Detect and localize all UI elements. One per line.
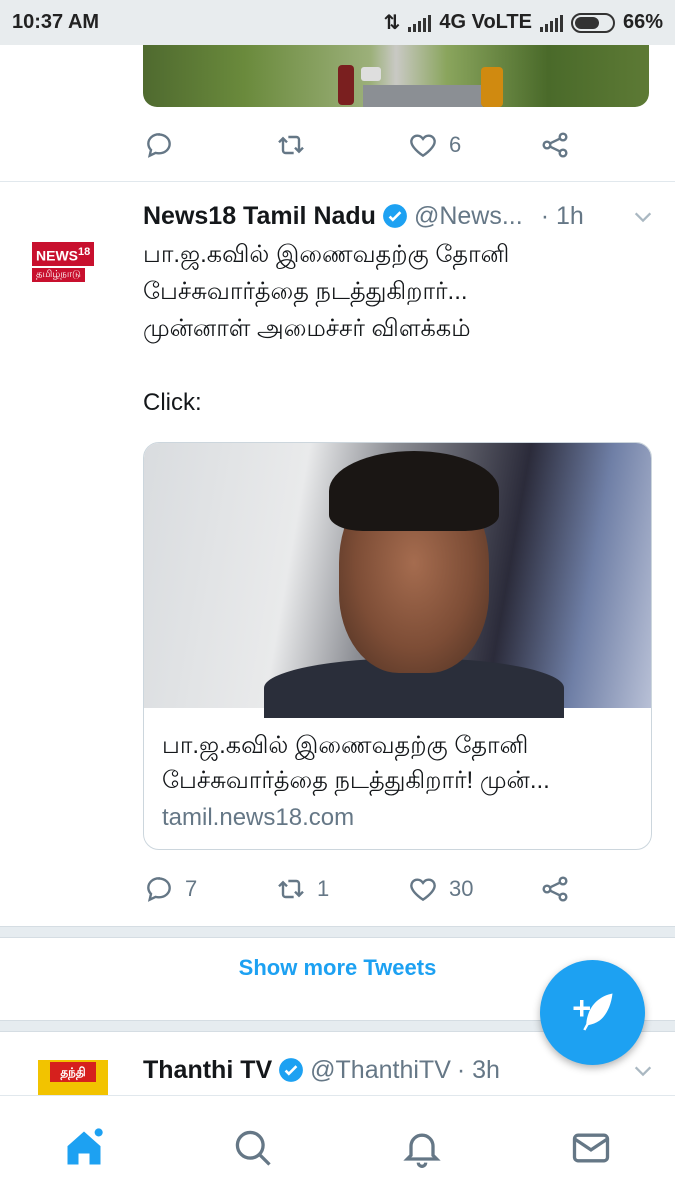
share-icon	[542, 876, 568, 902]
nav-search[interactable]	[169, 1096, 338, 1200]
retweet-icon	[278, 135, 304, 155]
avatar-logo-text: தந்தி	[50, 1062, 96, 1082]
reply-button[interactable]	[143, 129, 275, 161]
avatar-logo-subtext: தமிழ்நாடு	[32, 267, 85, 282]
like-count: 6	[449, 132, 462, 157]
signal-icon	[408, 14, 432, 32]
nav-notifications[interactable]	[338, 1096, 507, 1200]
chevron-down-icon[interactable]	[632, 1060, 654, 1082]
chevron-down-icon[interactable]	[632, 206, 654, 228]
card-image	[144, 443, 651, 718]
home-icon	[67, 1128, 104, 1165]
link-card[interactable]: பா.ஜ.கவில் இணைவதற்கு தோனி பேச்சுவார்த்தை…	[143, 442, 652, 850]
share-icon	[542, 132, 568, 158]
reply-button[interactable]: 7	[143, 873, 275, 905]
tweet-text-line: முன்னாள் அமைச்சர் விளக்கம்	[143, 315, 471, 342]
heart-icon	[410, 134, 436, 158]
like-button[interactable]: 6	[407, 129, 539, 161]
tweet-header: Thanthi TV @ThanthiTV · 3h	[143, 1052, 500, 1088]
author-handle[interactable]: @News...	[414, 202, 523, 231]
tweet-text: பா.ஜ.கவில் இணைவதற்கு தோனி பேச்சுவார்த்தை…	[143, 236, 643, 421]
bell-icon	[403, 1133, 441, 1168]
retweet-button[interactable]	[275, 129, 407, 161]
compose-tweet-button[interactable]	[540, 960, 645, 1065]
author-name[interactable]: Thanthi TV	[143, 1056, 272, 1085]
tweet-click-text: Click:	[143, 389, 202, 416]
avatar[interactable]: NEWS18 தமிழ்நாடு	[32, 222, 112, 302]
retweet-icon	[278, 879, 304, 899]
battery-percent: 66%	[622, 11, 663, 33]
battery-icon	[570, 12, 615, 33]
like-count: 30	[449, 876, 474, 901]
previous-tweet-actions: 6	[143, 125, 583, 165]
card-title: பா.ஜ.கவில் இணைவதற்கு தோனி	[162, 732, 529, 759]
avatar[interactable]: தந்தி	[38, 1060, 108, 1096]
mail-icon	[572, 1133, 609, 1163]
bottom-nav	[0, 1095, 675, 1200]
search-icon	[235, 1130, 271, 1166]
avatar-logo-text: NEWS18	[32, 242, 95, 266]
reply-icon	[147, 877, 171, 902]
tweet-actions: 7 1 30	[143, 869, 583, 909]
tweet-time: · 3h	[456, 1055, 500, 1084]
tweet-divider	[0, 181, 675, 182]
tweet-text-line: பேச்சுவார்த்தை நடத்துகிறார்...	[143, 278, 468, 305]
tweet-text-line: பா.ஜ.கவில் இணைவதற்கு தோனி	[143, 241, 510, 268]
nav-home[interactable]	[0, 1096, 169, 1200]
reply-count: 7	[185, 876, 198, 901]
heart-icon	[410, 878, 436, 902]
author-name[interactable]: News18 Tamil Nadu	[143, 202, 376, 231]
reply-icon	[147, 133, 171, 158]
data-transfer-icon: ⇅	[383, 12, 401, 34]
card-title-line2: பேச்சுவார்த்தை நடத்துகிறார்! முன்...	[162, 767, 550, 794]
section-separator	[0, 926, 675, 938]
retweet-count: 1	[317, 876, 330, 901]
verified-badge-icon	[383, 204, 407, 228]
like-button[interactable]: 30	[407, 873, 539, 905]
signal-icon-2	[539, 14, 563, 32]
tweet-header: News18 Tamil Nadu @News... · 1h	[143, 198, 584, 234]
compose-tweet-icon	[573, 993, 612, 1031]
share-button[interactable]	[539, 873, 571, 905]
card-domain: tamil.news18.com	[162, 804, 355, 831]
verified-badge-icon	[279, 1058, 304, 1082]
status-time: 10:37 AM	[12, 11, 100, 33]
status-bar: 10:37 AM ⇅ 4G VoLTE 66%	[0, 0, 675, 45]
tweet-time: · 1h	[540, 201, 584, 230]
share-button[interactable]	[539, 129, 571, 161]
network-type: 4G VoLTE	[439, 11, 532, 33]
previous-tweet-image[interactable]	[143, 45, 649, 107]
author-handle[interactable]: @ThanthiTV	[310, 1056, 451, 1085]
nav-messages[interactable]	[506, 1096, 675, 1200]
retweet-button[interactable]: 1	[275, 873, 407, 905]
